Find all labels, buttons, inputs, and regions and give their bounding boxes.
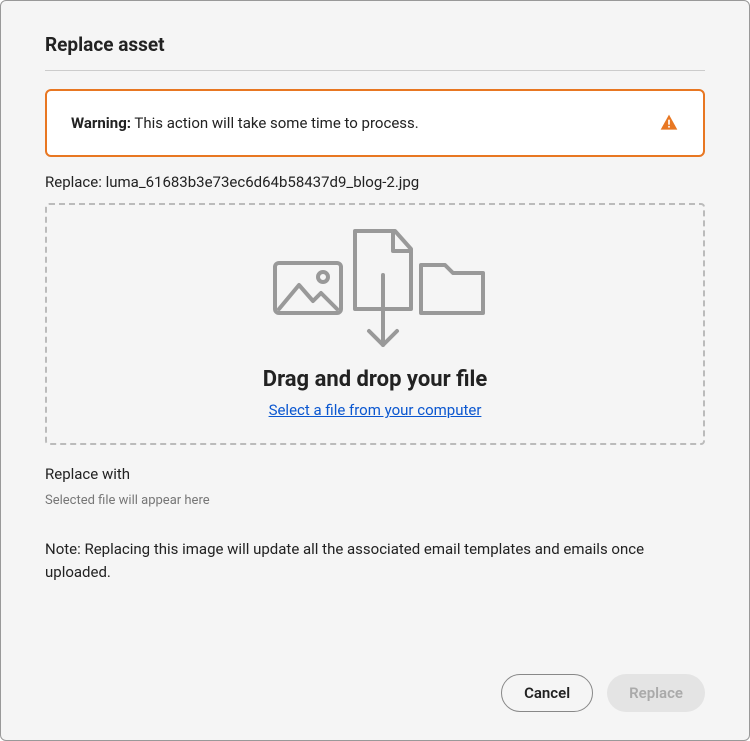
note-text: Note: Replacing this image will update a… — [45, 538, 705, 583]
cancel-button[interactable]: Cancel — [501, 674, 593, 712]
warning-box: Warning: This action will take some time… — [45, 89, 705, 157]
dropzone-illustration — [67, 223, 683, 353]
image-icon — [275, 263, 341, 313]
folder-icon — [421, 265, 483, 313]
warning-label-rest: This action will take some time to proce… — [131, 114, 419, 132]
replace-button: Replace — [607, 674, 705, 712]
button-row: Cancel Replace — [501, 674, 705, 712]
replace-asset-dialog: Replace asset Warning: This action will … — [0, 0, 750, 741]
replace-filename-line: Replace: luma_61683b3e73ec6d64b58437d9_b… — [45, 173, 705, 191]
dropzone[interactable]: Drag and drop your file Select a file fr… — [45, 203, 705, 445]
warning-label-bold: Warning: — [71, 114, 131, 132]
select-file-link[interactable]: Select a file from your computer — [269, 401, 482, 419]
file-icon — [355, 231, 411, 345]
title-divider — [45, 70, 705, 71]
dialog-title: Replace asset — [45, 33, 705, 56]
replace-with-label: Replace with — [45, 465, 705, 483]
dropzone-title: Drag and drop your file — [67, 367, 683, 392]
warning-icon — [659, 113, 679, 133]
replace-filename: luma_61683b3e73ec6d64b58437d9_blog-2.jpg — [106, 173, 420, 191]
selected-file-placeholder: Selected file will appear here — [45, 493, 705, 508]
replace-prefix: Replace: — [45, 173, 106, 191]
warning-text: Warning: This action will take some time… — [71, 114, 419, 132]
